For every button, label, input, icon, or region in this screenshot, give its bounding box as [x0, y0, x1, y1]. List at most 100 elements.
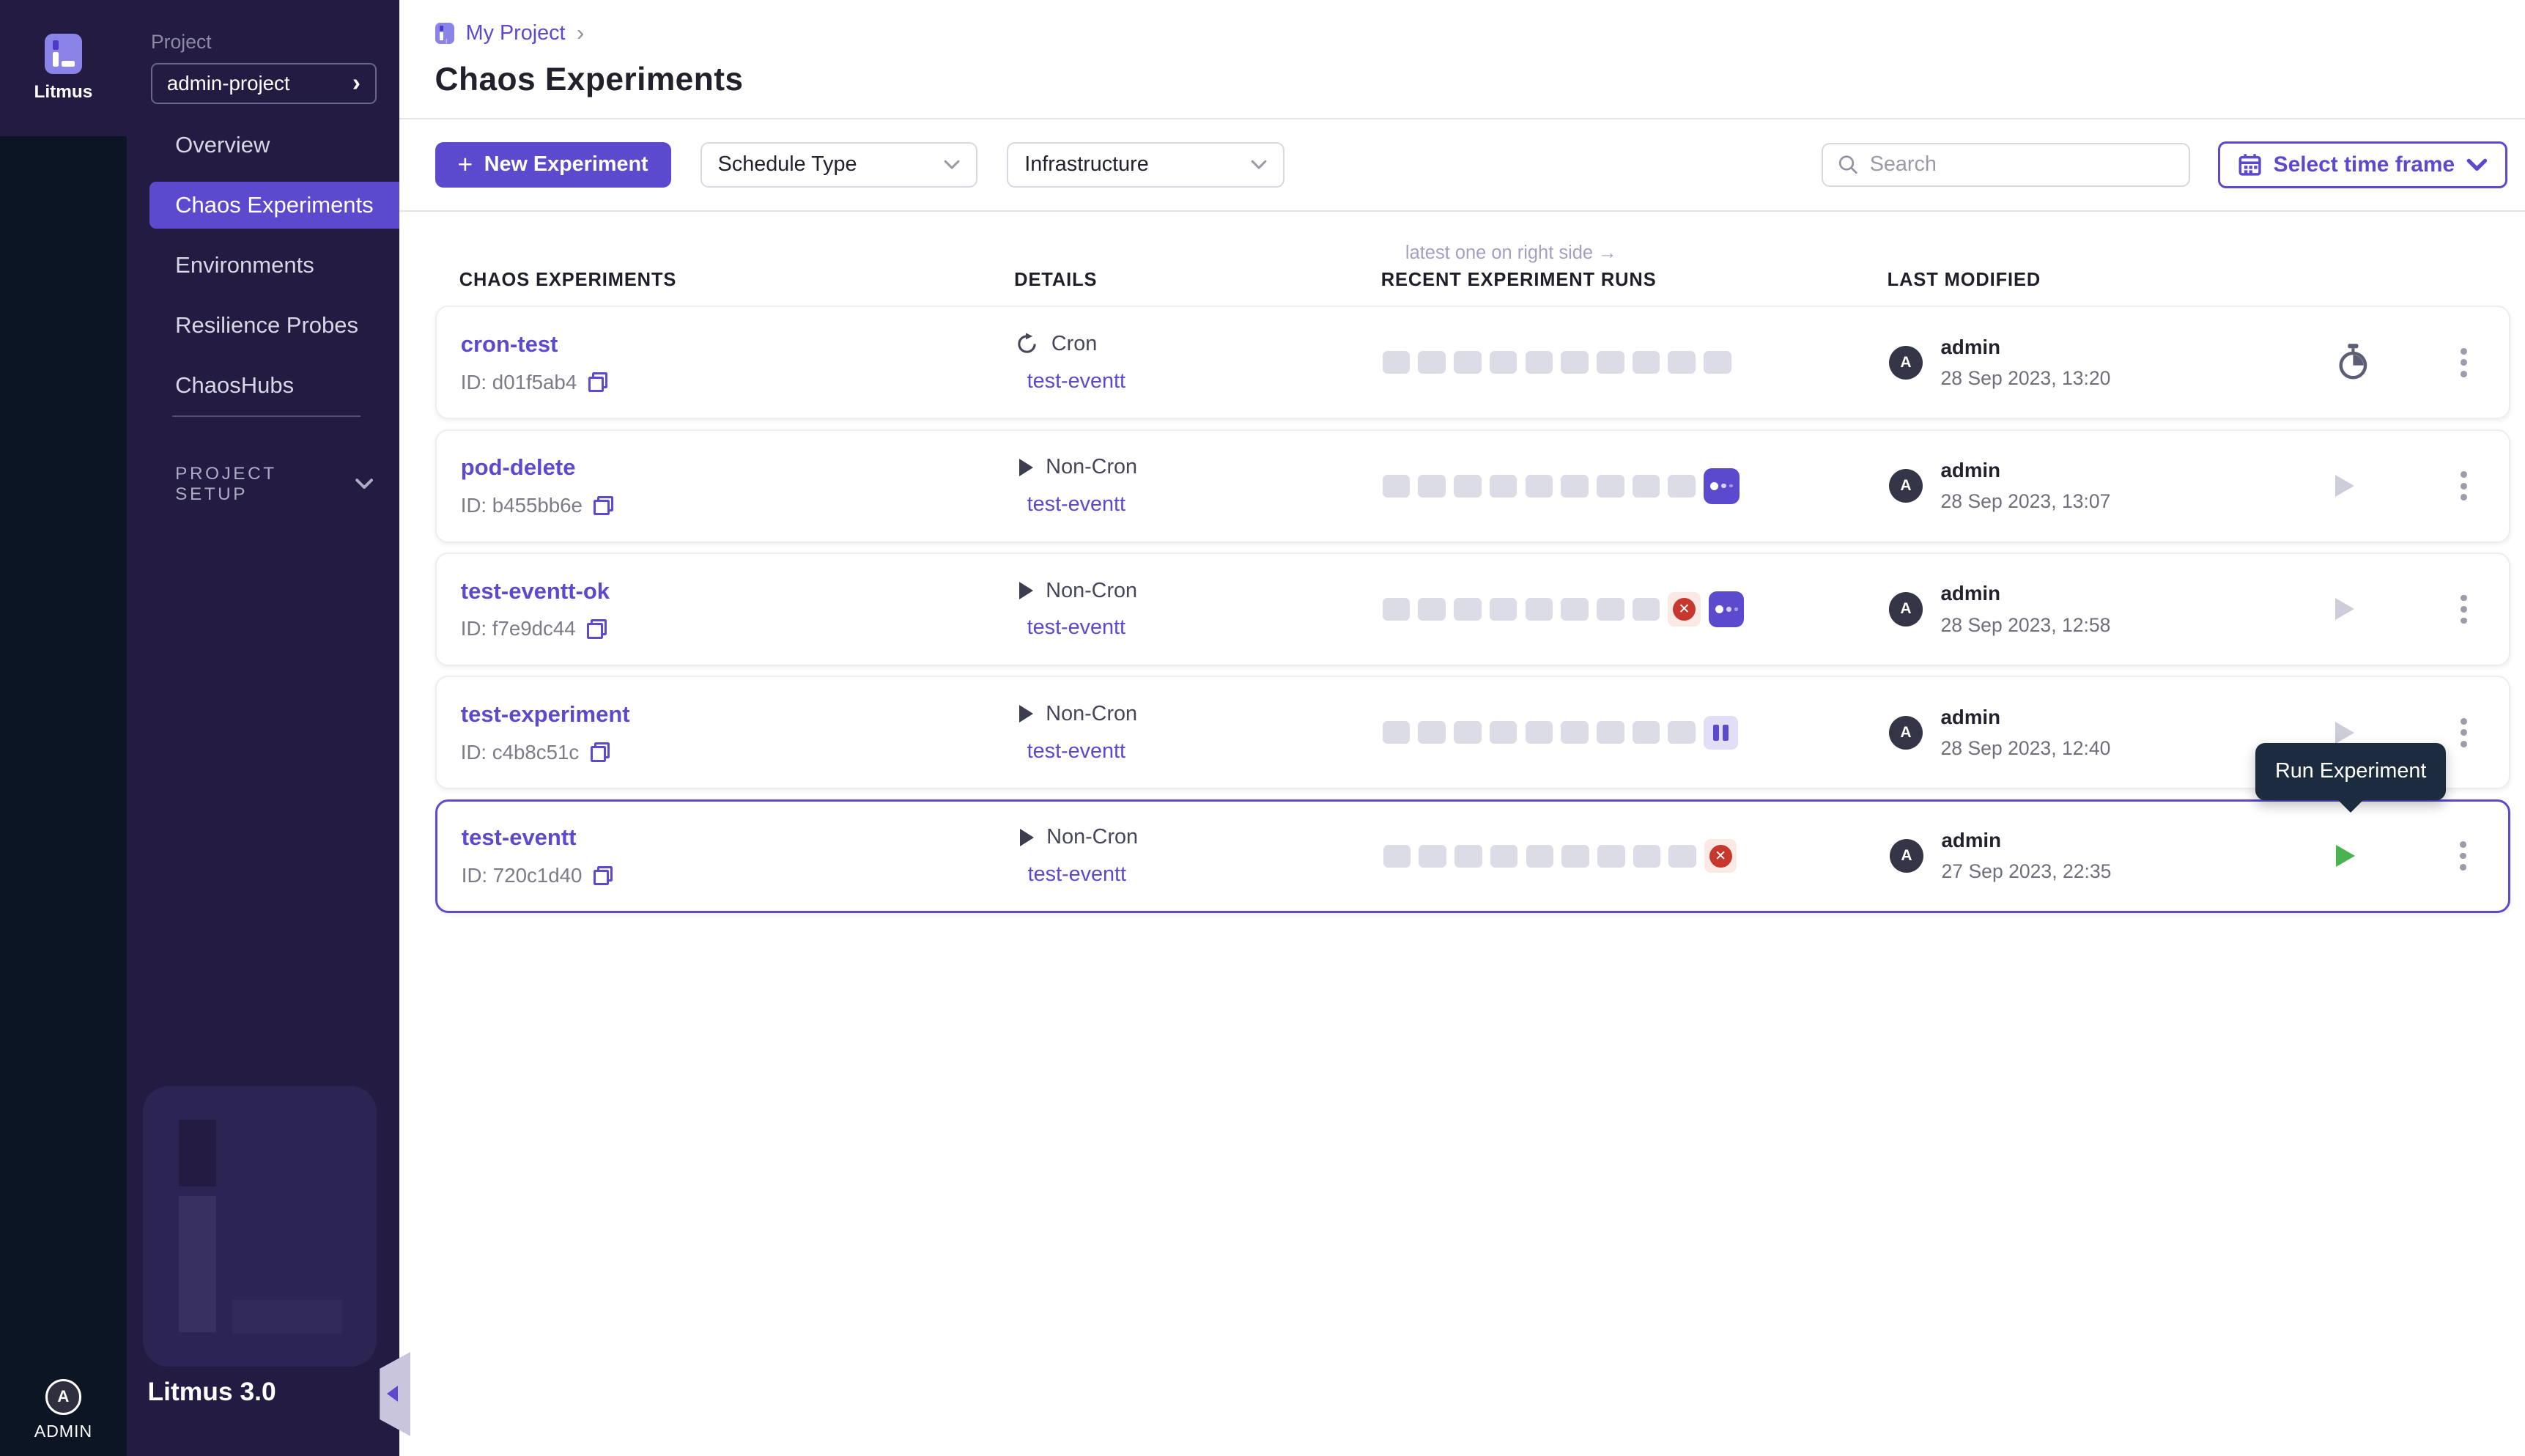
sidebar-item-chaoshubs[interactable]: ChaosHubs [127, 362, 399, 409]
schedule-type-dropdown[interactable]: Schedule Type [700, 142, 978, 188]
run-indicator-empty [1490, 351, 1517, 374]
run-experiment-button[interactable] [2335, 475, 2354, 497]
run-experiment-button[interactable] [2335, 722, 2354, 744]
run-indicator-failed: ✕ [1668, 592, 1700, 627]
run-indicator-empty [1668, 845, 1696, 868]
runs-order-note: latest one on right side → [1405, 243, 1617, 264]
recent-run-indicators [1383, 351, 1889, 374]
schedule-type-value: Schedule Type [718, 152, 857, 177]
run-indicator-running [1709, 591, 1745, 627]
sidebar-item-environments[interactable]: Environments [127, 242, 399, 289]
run-experiment-button[interactable] [2336, 845, 2355, 867]
modified-by: admin [1941, 706, 2111, 729]
litmus-app: Litmus A ADMIN Project admin-project › O… [0, 0, 2525, 1456]
search-input[interactable] [1870, 152, 2174, 177]
modified-by: admin [1942, 829, 2112, 852]
sidebar-item-resilience-probes[interactable]: Resilience Probes [127, 302, 399, 349]
sidebar-item-label: Resilience Probes [175, 312, 358, 339]
experiment-row-pod-delete[interactable]: pod-delete ID: b455bb6e Non-Cron test-ev… [435, 429, 2511, 543]
row-menu-button[interactable] [2455, 713, 2472, 752]
experiment-name-link[interactable]: test-eventt [462, 824, 1016, 851]
target-infra-link[interactable]: test-eventt [1016, 492, 1383, 517]
run-indicator-empty [1561, 721, 1589, 744]
sidebar-item-overview[interactable]: Overview [127, 122, 399, 169]
project-name: admin-project [167, 72, 290, 95]
run-indicator-empty [1668, 351, 1696, 374]
experiment-row-test-experiment[interactable]: test-experiment ID: c4b8c51c Non-Cron te… [435, 676, 2511, 789]
breadcrumb-project-link[interactable]: My Project [466, 21, 566, 45]
column-header-recent-runs: RECENT EXPERIMENT RUNS [1381, 270, 1888, 291]
modified-at: 27 Sep 2023, 22:35 [1942, 860, 2112, 883]
target-infra-link[interactable]: test-eventt [1016, 616, 1383, 640]
row-menu-button[interactable] [2455, 837, 2471, 876]
experiment-row-cron-test[interactable]: cron-test ID: d01f5ab4 Cron test-eventt … [435, 306, 2511, 419]
run-indicator-empty [1383, 845, 1411, 868]
infrastructure-dropdown[interactable]: Infrastructure [1007, 142, 1284, 188]
main-content: My Project › Chaos Experiments + New Exp… [399, 0, 2525, 1456]
run-indicator-empty [1454, 721, 1482, 744]
current-user-block[interactable]: A ADMIN [0, 1379, 127, 1441]
schedule-type-label: Non-Cron [1046, 825, 1138, 849]
run-indicator-empty [1490, 845, 1518, 868]
experiment-name-link[interactable]: pod-delete [461, 454, 1016, 481]
project-setup-toggle[interactable]: PROJECT SETUP [175, 464, 373, 505]
user-avatar[interactable]: A [45, 1379, 81, 1415]
run-indicator-empty [1526, 721, 1553, 744]
modified-at: 28 Sep 2023, 12:40 [1941, 737, 2111, 760]
run-indicator-empty [1454, 598, 1482, 621]
target-infra-link[interactable]: test-eventt [1016, 862, 1383, 887]
avatar: A [1889, 469, 1923, 503]
copy-icon[interactable] [594, 496, 613, 516]
run-indicator-paused [1704, 716, 1738, 750]
plus-icon: + [458, 152, 473, 177]
run-indicator-empty [1454, 845, 1482, 868]
recent-run-indicators: ✕ [1383, 591, 1889, 627]
sidebar-item-label: ChaosHubs [175, 372, 294, 399]
run-indicator-empty [1418, 475, 1446, 498]
schedule-type-label: Cron [1051, 332, 1097, 356]
copy-icon[interactable] [588, 372, 608, 392]
sidebar-collapse-button[interactable] [380, 1352, 410, 1436]
sidebar-menu: Overview Chaos Experiments Environments … [127, 122, 399, 409]
chevron-down-icon [355, 478, 373, 490]
run-indicator-empty [1490, 475, 1517, 498]
experiment-id: ID: 720c1d40 [462, 864, 583, 887]
experiment-row-test-eventt-ok[interactable]: test-eventt-ok ID: f7e9dc44 Non-Cron tes… [435, 553, 2511, 666]
breadcrumb: My Project › [435, 21, 2525, 45]
sidebar-item-label: Chaos Experiments [175, 192, 374, 218]
project-selector[interactable]: admin-project › [151, 63, 377, 103]
experiments-list: cron-test ID: d01f5ab4 Cron test-eventt … [435, 306, 2511, 912]
run-experiment-button[interactable] [2335, 598, 2354, 620]
sidebar-item-chaos-experiments[interactable]: Chaos Experiments [149, 182, 399, 229]
modified-at: 28 Sep 2023, 13:20 [1941, 367, 2111, 390]
left-rail: Litmus A ADMIN [0, 0, 127, 1456]
run-indicator-failed: ✕ [1704, 839, 1737, 873]
recent-run-indicators: ✕ [1383, 839, 1890, 873]
target-infra-link[interactable]: test-eventt [1016, 739, 1383, 764]
experiment-name-link[interactable]: test-eventt-ok [461, 578, 1016, 605]
non-cron-icon [1020, 829, 1034, 846]
experiment-row-test-eventt[interactable]: test-eventt ID: 720c1d40 Non-Cron test-e… [435, 799, 2511, 913]
copy-icon[interactable] [591, 742, 610, 762]
copy-icon[interactable] [587, 619, 607, 639]
calendar-icon [2238, 152, 2262, 177]
target-infra-link[interactable]: test-eventt [1016, 369, 1383, 393]
chevron-down-icon [1251, 160, 1267, 169]
breadcrumb-separator: › [577, 20, 584, 46]
run-indicator-empty [1490, 721, 1517, 744]
sidebar-item-label: Overview [175, 132, 270, 158]
copy-icon[interactable] [594, 866, 613, 886]
row-menu-button[interactable] [2455, 467, 2472, 506]
modified-at: 28 Sep 2023, 13:07 [1941, 490, 2111, 513]
row-menu-button[interactable] [2455, 590, 2472, 629]
new-experiment-button[interactable]: + New Experiment [435, 142, 671, 188]
run-experiment-tooltip: Run Experiment [2255, 743, 2445, 799]
non-cron-icon [1019, 582, 1033, 599]
experiment-name-link[interactable]: test-experiment [461, 701, 1016, 728]
row-menu-button[interactable] [2455, 343, 2472, 382]
select-time-frame-button[interactable]: Select time frame [2218, 141, 2507, 188]
experiment-name-link[interactable]: cron-test [461, 331, 1016, 358]
run-indicator-empty [1526, 351, 1553, 374]
sidebar-item-label: Environments [175, 252, 314, 278]
run-indicator-empty [1633, 598, 1660, 621]
